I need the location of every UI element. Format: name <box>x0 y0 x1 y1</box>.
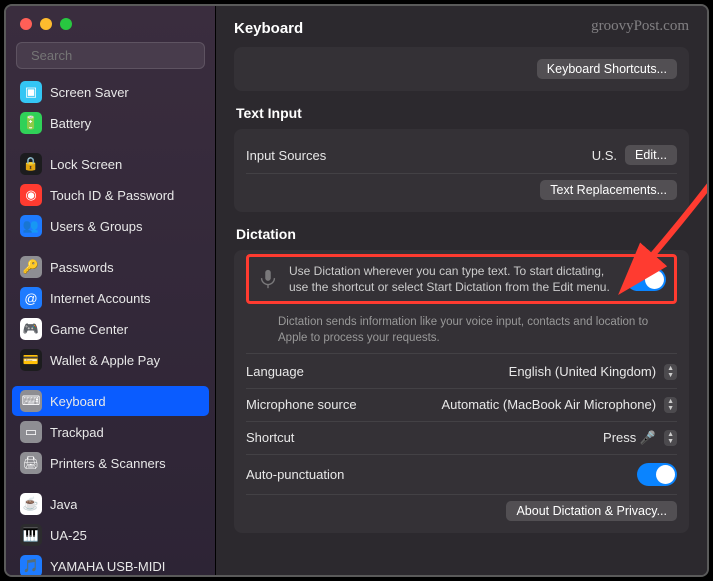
keyboard-shortcuts-button[interactable]: Keyboard Shortcuts... <box>537 59 677 79</box>
sidebar-item-label: Battery <box>50 116 91 131</box>
shortcut-select[interactable]: Press 🎤 ▲▼ <box>603 430 677 446</box>
shortcuts-panel: Keyboard Shortcuts... <box>234 47 689 91</box>
sidebar-icon: 🎵 <box>20 555 42 575</box>
sidebar-icon: 👥 <box>20 215 42 237</box>
sidebar-item-java[interactable]: ☕ Java <box>12 489 209 519</box>
chevron-updown-icon: ▲▼ <box>664 364 677 380</box>
watermark: groovyPost.com <box>591 18 689 35</box>
sidebar-item-yamaha-usb-midi[interactable]: 🎵 YAMAHA USB-MIDI <box>12 551 209 575</box>
sidebar-icon: @ <box>20 287 42 309</box>
input-sources-value: U.S. <box>592 148 617 163</box>
sidebar-item-label: Printers & Scanners <box>50 456 166 471</box>
search-input[interactable] <box>31 48 207 63</box>
sidebar-item-label: UA-25 <box>50 528 87 543</box>
sidebar-item-printers-scanners[interactable]: 🖨 Printers & Scanners <box>12 448 209 478</box>
sidebar-item-wallet-apple-pay[interactable]: 💳 Wallet & Apple Pay <box>12 345 209 375</box>
sidebar-item-label: Internet Accounts <box>50 291 150 306</box>
autopunct-toggle[interactable] <box>637 463 677 486</box>
dictation-privacy-note: Dictation sends information like your vo… <box>246 308 677 353</box>
sidebar-item-label: Java <box>50 497 77 512</box>
sidebar-icon: 🖨 <box>20 452 42 474</box>
dictation-highlight: Use Dictation wherever you can type text… <box>246 254 677 304</box>
chevron-updown-icon: ▲▼ <box>664 430 677 446</box>
input-sources-label: Input Sources <box>246 148 326 163</box>
mic-source-select[interactable]: Automatic (MacBook Air Microphone) ▲▼ <box>441 397 677 413</box>
sidebar-icon: 🔋 <box>20 112 42 134</box>
sidebar-item-label: Passwords <box>50 260 114 275</box>
sidebar-item-game-center[interactable]: 🎮 Game Center <box>12 314 209 344</box>
sidebar-icon: 💳 <box>20 349 42 371</box>
sidebar-item-passwords[interactable]: 🔑 Passwords <box>12 252 209 282</box>
language-label: Language <box>246 364 304 379</box>
sidebar-item-label: Users & Groups <box>50 219 142 234</box>
sidebar-item-internet-accounts[interactable]: @ Internet Accounts <box>12 283 209 313</box>
dictation-panel: Use Dictation wherever you can type text… <box>234 250 689 533</box>
mic-source-label: Microphone source <box>246 397 357 412</box>
edit-input-sources-button[interactable]: Edit... <box>625 145 677 165</box>
sidebar-icon: ◉ <box>20 184 42 206</box>
minimize-icon[interactable] <box>40 18 52 30</box>
sidebar-item-label: Wallet & Apple Pay <box>50 353 160 368</box>
autopunct-label: Auto-punctuation <box>246 467 344 482</box>
sidebar-icon: 🔑 <box>20 256 42 278</box>
sidebar-item-label: Game Center <box>50 322 128 337</box>
content: Keyboard Shortcuts... Text Input Input S… <box>216 47 707 575</box>
sidebar-icon: 🔒 <box>20 153 42 175</box>
language-select[interactable]: English (United Kingdom) ▲▼ <box>509 364 677 380</box>
sidebar: ▣ Screen Saver 🔋 Battery 🔒 Lock Screen ◉ Touch … <box>6 6 216 575</box>
sidebar-item-battery[interactable]: 🔋 Battery <box>12 108 209 138</box>
sidebar-item-users-groups[interactable]: 👥 Users & Groups <box>12 211 209 241</box>
sidebar-item-label: Screen Saver <box>50 85 129 100</box>
window-controls <box>6 6 215 38</box>
sidebar-item-lock-screen[interactable]: 🔒 Lock Screen <box>12 149 209 179</box>
sidebar-item-label: Trackpad <box>50 425 104 440</box>
sidebar-icon: ▣ <box>20 81 42 103</box>
sidebar-icon: 🎮 <box>20 318 42 340</box>
sidebar-list: ▣ Screen Saver 🔋 Battery 🔒 Lock Screen ◉ Touch … <box>6 77 215 575</box>
page-title: Keyboard <box>234 20 303 37</box>
sidebar-item-trackpad[interactable]: ▭ Trackpad <box>12 417 209 447</box>
dictation-title: Dictation <box>236 226 687 242</box>
chevron-updown-icon: ▲▼ <box>664 397 677 413</box>
dictation-desc: Use Dictation wherever you can type text… <box>289 263 616 295</box>
dictation-toggle[interactable] <box>626 268 666 291</box>
sidebar-item-keyboard[interactable]: ⌨ Keyboard <box>12 386 209 416</box>
close-icon[interactable] <box>20 18 32 30</box>
text-replacements-button[interactable]: Text Replacements... <box>540 180 677 200</box>
text-input-panel: Input Sources U.S. Edit... Text Replacem… <box>234 129 689 212</box>
about-dictation-button[interactable]: About Dictation & Privacy... <box>506 501 677 521</box>
sidebar-item-label: Keyboard <box>50 394 106 409</box>
text-input-title: Text Input <box>236 105 687 121</box>
sidebar-icon: ⌨ <box>20 390 42 412</box>
sidebar-icon: ☕ <box>20 493 42 515</box>
sidebar-item-touch-id-password[interactable]: ◉ Touch ID & Password <box>12 180 209 210</box>
sidebar-item-screen-saver[interactable]: ▣ Screen Saver <box>12 77 209 107</box>
search-input-container[interactable] <box>16 42 205 69</box>
microphone-icon <box>257 268 279 290</box>
sidebar-icon: ▭ <box>20 421 42 443</box>
shortcut-label: Shortcut <box>246 430 294 445</box>
main-panel: Keyboard groovyPost.com Keyboard Shortcu… <box>216 6 707 575</box>
sidebar-item-label: Touch ID & Password <box>50 188 174 203</box>
maximize-icon[interactable] <box>60 18 72 30</box>
sidebar-item-label: YAMAHA USB-MIDI <box>50 559 165 574</box>
sidebar-icon: 🎹 <box>20 524 42 546</box>
sidebar-item-ua-25[interactable]: 🎹 UA-25 <box>12 520 209 550</box>
sidebar-item-label: Lock Screen <box>50 157 122 172</box>
